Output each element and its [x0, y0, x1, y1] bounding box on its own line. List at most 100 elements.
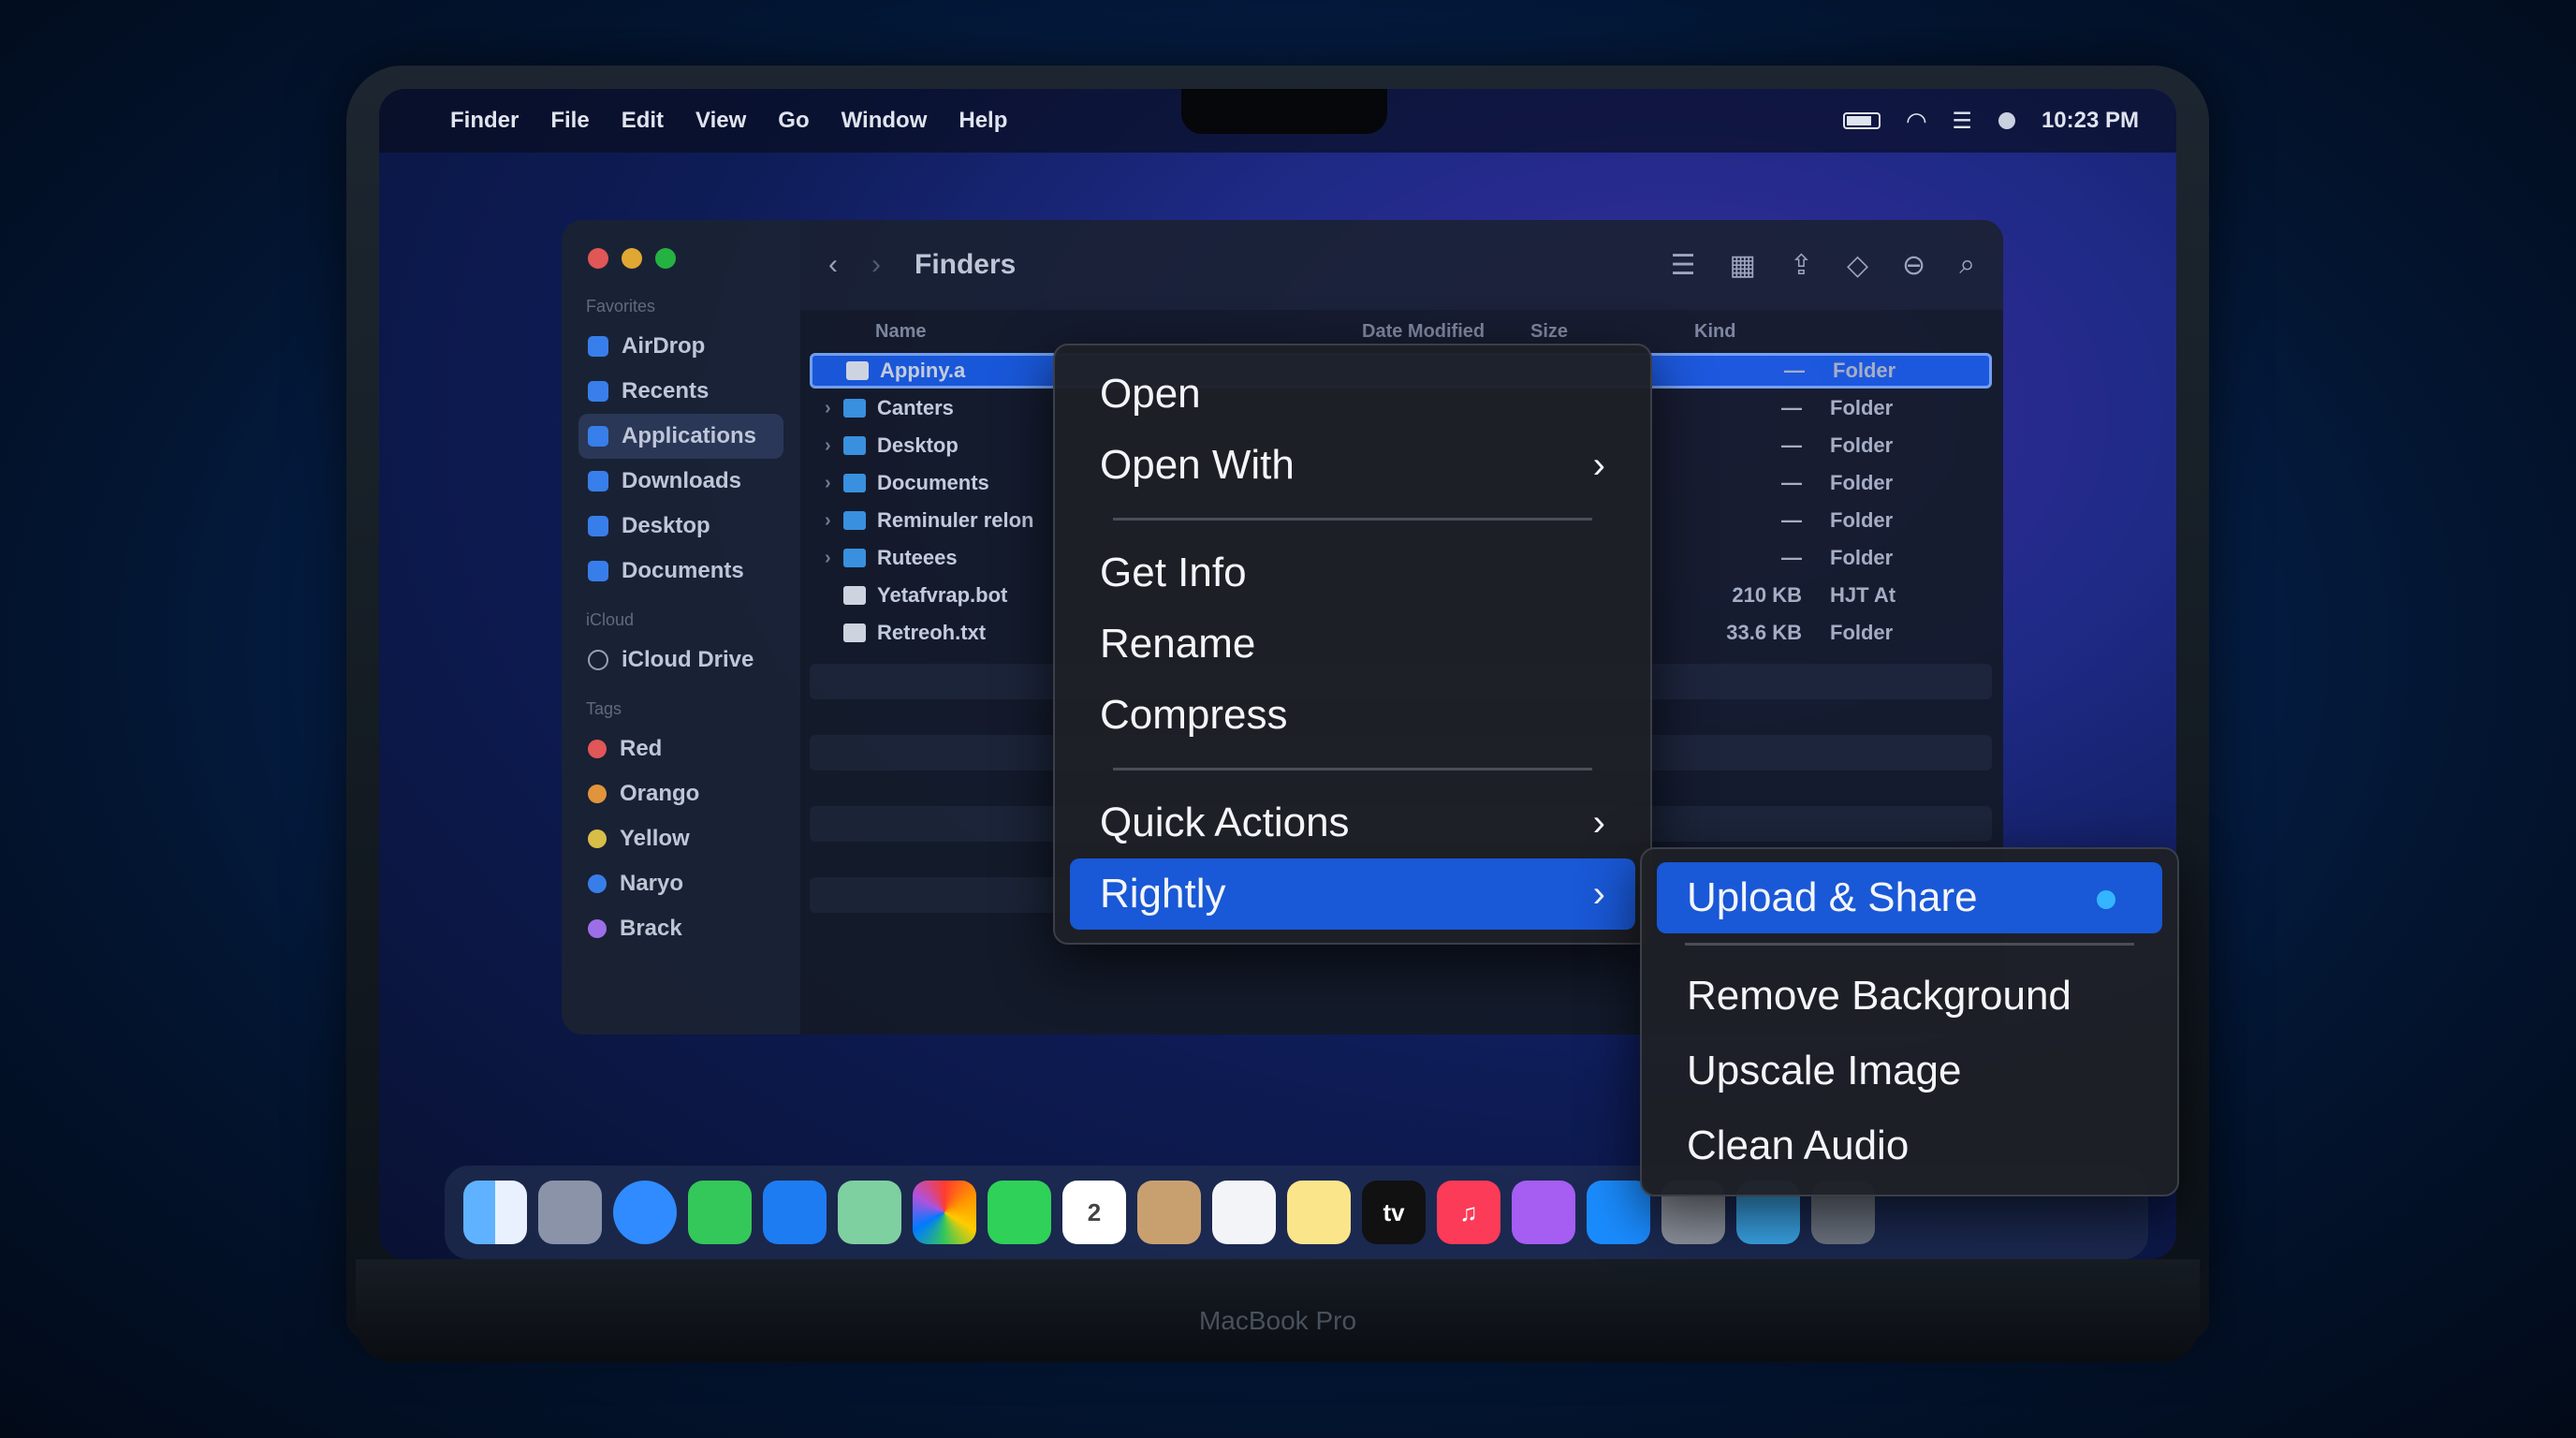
contacts-icon[interactable] [1137, 1181, 1201, 1244]
menu-finder[interactable]: Finder [450, 108, 519, 134]
folder-icon [843, 511, 866, 530]
disclosure-chevron-icon[interactable]: › [825, 473, 831, 494]
tag-color-dot [588, 740, 607, 758]
disclosure-chevron-icon[interactable]: › [825, 435, 831, 457]
column-size[interactable]: Size [1530, 321, 1568, 343]
battery-icon[interactable] [1843, 112, 1881, 129]
sidebar-item-label: Orango [620, 781, 700, 806]
sidebar-tag-red[interactable]: Red [578, 726, 783, 771]
menu-item-upscale-image[interactable]: Upscale Image [1657, 1035, 2162, 1107]
photos-icon[interactable] [913, 1181, 976, 1244]
sidebar-item-label: Recents [622, 378, 710, 404]
podcasts-icon[interactable] [1512, 1181, 1575, 1244]
sidebar-item-downloads[interactable]: Downloads [578, 459, 783, 504]
tag-icon[interactable]: ◇ [1847, 249, 1868, 282]
menu-view[interactable]: View [695, 108, 746, 134]
row-name: Appiny.a [880, 359, 966, 382]
minimize-button[interactable] [622, 248, 642, 269]
list-view-icon[interactable]: ☰ [1671, 249, 1696, 282]
row-kind: HJT At [1830, 583, 1896, 607]
sidebar-tag-blue[interactable]: Naryo [578, 861, 783, 906]
menu-item-compress[interactable]: Compress [1070, 680, 1635, 751]
menu-go[interactable]: Go [778, 108, 809, 134]
folder-icon [843, 436, 866, 455]
sidebar-item-desktop[interactable]: Desktop [578, 504, 783, 549]
menu-file[interactable]: File [550, 108, 589, 134]
menu-item-rightly[interactable]: Rightly › [1070, 858, 1635, 930]
row-size: 33.6 KB [1726, 621, 1802, 644]
sidebar-item-applications[interactable]: Applications [578, 414, 783, 459]
notes-icon[interactable] [1287, 1181, 1351, 1244]
menu-item-open[interactable]: Open [1070, 359, 1635, 430]
sidebar-item-recents[interactable]: Recents [578, 369, 783, 414]
siri-icon[interactable] [1998, 112, 2015, 129]
more-actions-icon[interactable]: ⊖ [1902, 249, 1925, 282]
chevron-right-icon: › [1592, 801, 1605, 844]
launchpad-icon[interactable] [538, 1181, 602, 1244]
menu-item-clean-audio[interactable]: Clean Audio [1657, 1110, 2162, 1181]
row-kind: Folder [1830, 433, 1894, 457]
column-name[interactable]: Name [875, 321, 926, 343]
sidebar-tag-yellow[interactable]: Yellow [578, 816, 783, 861]
close-button[interactable] [588, 248, 608, 269]
sidebar-item-icloud-drive[interactable]: iCloud Drive [578, 638, 783, 682]
menu-item-rename[interactable]: Rename [1070, 609, 1635, 680]
mail-icon[interactable] [763, 1181, 827, 1244]
sidebar-section-icloud: iCloud [586, 610, 635, 629]
column-kind[interactable]: Kind [1694, 321, 1735, 343]
zoom-button[interactable] [655, 248, 676, 269]
search-icon[interactable]: ⌕ [1959, 249, 1975, 281]
safari-icon[interactable] [613, 1181, 677, 1244]
chevron-right-icon: › [1592, 873, 1605, 915]
file-icon [846, 361, 869, 380]
tag-color-dot [588, 919, 607, 938]
sidebar-tag-orange[interactable]: Orango [578, 771, 783, 816]
row-size: — [1781, 396, 1802, 419]
grid-view-icon[interactable]: ▦ [1729, 249, 1755, 282]
menu-item-label: Open [1100, 371, 1201, 417]
sidebar-item-label: iCloud Drive [622, 647, 754, 672]
menu-item-label: Upload & Share [1687, 874, 1978, 920]
share-icon[interactable]: ⇪ [1790, 249, 1813, 282]
maps-icon[interactable] [838, 1181, 901, 1244]
control-center-icon[interactable]: ☰ [1952, 108, 1972, 135]
finder-icon[interactable] [463, 1181, 527, 1244]
calendar-icon[interactable]: 2 [1062, 1181, 1126, 1244]
document-icon [588, 561, 608, 581]
column-date-modified[interactable]: Date Modified [1362, 321, 1485, 343]
finder-sidebar: Favorites AirDrop Recents Applications D… [562, 220, 800, 1034]
facetime-icon[interactable] [988, 1181, 1051, 1244]
disclosure-chevron-icon[interactable]: › [825, 398, 831, 419]
row-kind: Folder [1830, 508, 1894, 532]
apple-tv-icon[interactable]: tv [1362, 1181, 1426, 1244]
row-size: 210 KB [1732, 583, 1802, 607]
menu-help[interactable]: Help [959, 108, 1007, 134]
row-kind: Folder [1830, 546, 1894, 569]
disclosure-chevron-icon[interactable]: › [825, 510, 831, 532]
row-size: — [1781, 433, 1802, 457]
app-store-icon[interactable] [1587, 1181, 1650, 1244]
menu-edit[interactable]: Edit [622, 108, 664, 134]
row-size: — [1781, 508, 1802, 532]
menu-item-label: Compress [1100, 692, 1288, 738]
row-kind: Folder [1830, 396, 1894, 419]
menu-window[interactable]: Window [842, 108, 928, 134]
sidebar-tag-purple[interactable]: Brack [578, 906, 783, 951]
reminders-icon[interactable] [1212, 1181, 1276, 1244]
menu-item-quick-actions[interactable]: Quick Actions › [1070, 787, 1635, 858]
sidebar-item-airdrop[interactable]: AirDrop [578, 324, 783, 369]
back-icon[interactable]: ‹ [828, 249, 838, 281]
disclosure-chevron-icon[interactable]: › [825, 548, 831, 569]
window-controls [588, 248, 783, 269]
wifi-icon[interactable]: ◠ [1907, 107, 1925, 136]
menu-item-upload-share[interactable]: Upload & Share [1657, 862, 2162, 933]
menu-item-open-with[interactable]: Open With › [1070, 430, 1635, 501]
forward-icon[interactable]: › [871, 249, 881, 281]
sidebar-item-documents[interactable]: Documents [578, 549, 783, 594]
music-icon[interactable]: ♫ [1437, 1181, 1500, 1244]
menu-clock[interactable]: 10:23 PM [2042, 108, 2139, 134]
menu-item-remove-background[interactable]: Remove Background [1657, 961, 2162, 1032]
menu-item-get-info[interactable]: Get Info [1070, 537, 1635, 609]
menu-item-label: Open With [1100, 442, 1295, 488]
messages-icon[interactable] [688, 1181, 752, 1244]
